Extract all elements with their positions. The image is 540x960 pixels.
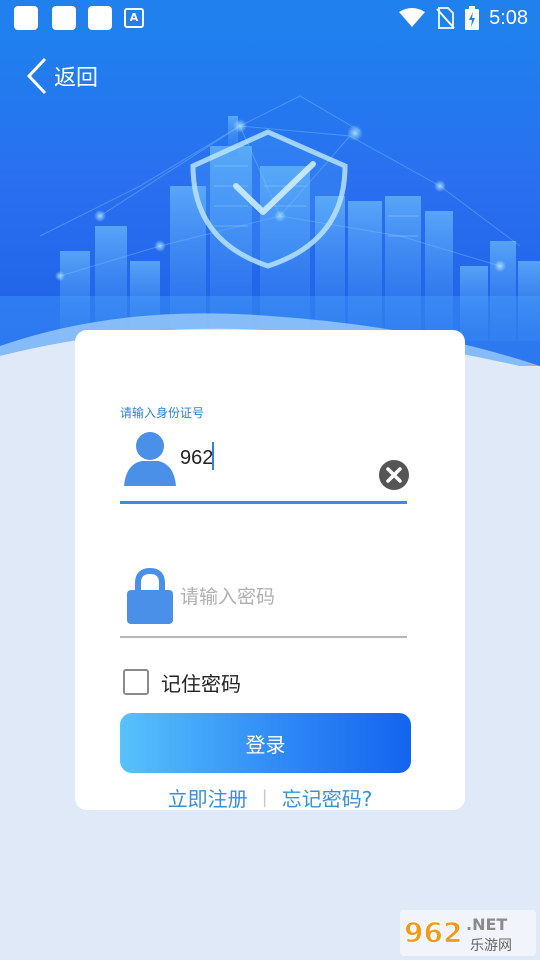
- remember-password-toggle[interactable]: 记住密码: [123, 668, 241, 696]
- id-field: [120, 426, 409, 504]
- remember-checkbox[interactable]: [123, 669, 149, 695]
- login-button[interactable]: 登录: [120, 713, 411, 773]
- id-input[interactable]: [180, 442, 370, 474]
- auth-links: 立即注册 | 忘记密码?: [75, 782, 465, 812]
- notification-icon: [14, 6, 38, 30]
- back-label: 返回: [54, 66, 99, 91]
- link-separator: |: [261, 786, 268, 808]
- remember-label: 记住密码: [161, 671, 241, 696]
- no-sim-icon: [436, 7, 455, 29]
- site-watermark: 962 .NET 乐游网: [400, 910, 536, 956]
- id-field-label: 请输入身份证号: [120, 406, 205, 420]
- text-cursor: [212, 442, 214, 470]
- svg-text:962: 962: [404, 916, 462, 949]
- svg-text:.NET: .NET: [466, 915, 507, 934]
- forgot-password-link[interactable]: 忘记密码?: [282, 783, 373, 812]
- notification-a-icon: A: [124, 8, 144, 28]
- status-bar: A 5:08: [0, 0, 540, 36]
- register-link[interactable]: 立即注册: [168, 783, 248, 812]
- clock: 5:08: [489, 6, 528, 29]
- password-input[interactable]: [180, 582, 400, 612]
- battery-charging-icon: [465, 6, 480, 30]
- watermark-logo: 962 .NET 乐游网: [400, 910, 536, 956]
- user-icon: [124, 432, 176, 486]
- login-card: 请输入身份证号 记住密码 登录 立即注册 | 忘记密码?: [75, 330, 465, 812]
- notification-icon: [88, 6, 112, 30]
- chevron-left-icon: [26, 57, 47, 95]
- notification-icon: [52, 6, 76, 30]
- lock-icon: [127, 568, 173, 624]
- hero-banner: 返回: [0, 36, 540, 366]
- password-field: [120, 562, 407, 638]
- clear-input-icon[interactable]: [379, 460, 409, 490]
- back-button[interactable]: 返回: [26, 57, 99, 95]
- wifi-icon: [399, 8, 426, 27]
- svg-text:乐游网: 乐游网: [470, 938, 512, 954]
